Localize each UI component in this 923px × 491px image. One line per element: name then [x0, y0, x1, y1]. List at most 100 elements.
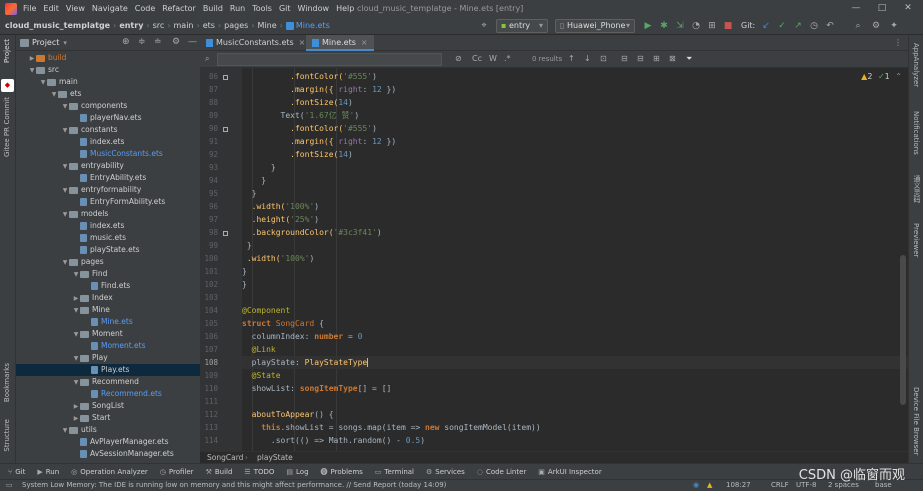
tool-window-operation-analyzer[interactable]: ◎ Operation Analyzer: [71, 468, 148, 476]
maximize-button[interactable]: □: [869, 2, 895, 15]
tree-file-item[interactable]: index.ets: [16, 220, 200, 232]
target-icon[interactable]: ⌖: [478, 20, 490, 32]
code-line[interactable]: .fontSize(14): [242, 148, 908, 161]
tool-window-profiler[interactable]: ◷ Profiler: [160, 468, 194, 476]
minimize-button[interactable]: —: [843, 2, 869, 15]
tree-folder-item[interactable]: ▼ components: [16, 100, 200, 112]
tool-window-services[interactable]: ⚙ Services: [426, 468, 465, 476]
tree-file-item[interactable]: Find.ets: [16, 280, 200, 292]
line-number[interactable]: 97: [198, 215, 218, 224]
tree-file-item[interactable]: Mine.ets: [16, 316, 200, 328]
breadcrumb-main[interactable]: main: [174, 21, 194, 30]
options-gear-icon[interactable]: ⚙: [172, 37, 180, 47]
close-window-button[interactable]: ✕: [895, 2, 921, 15]
warning-status-icon[interactable]: ▲: [707, 480, 712, 491]
line-number[interactable]: 105: [198, 319, 218, 328]
stop-icon[interactable]: ■: [722, 20, 734, 32]
line-number[interactable]: 102: [198, 280, 218, 289]
menu-view[interactable]: View: [66, 4, 85, 13]
chevron-down-icon[interactable]: ▾: [63, 39, 67, 47]
menu-window[interactable]: Window: [298, 4, 330, 13]
tree-folder-item[interactable]: ▼ ets: [16, 88, 200, 100]
tree-file-item[interactable]: playState.ets: [16, 244, 200, 256]
code-line[interactable]: }: [242, 265, 908, 278]
close-icon[interactable]: ×: [299, 38, 306, 47]
module-select[interactable]: ▪ entry ▾: [496, 19, 548, 33]
line-number[interactable]: 106: [198, 332, 218, 341]
tree-folder-item[interactable]: ▼ models: [16, 208, 200, 220]
tab-music-constants[interactable]: MusicConstants.ets ×: [200, 35, 311, 51]
tree-folder-item[interactable]: ▼ pages: [16, 256, 200, 268]
line-number[interactable]: 100: [198, 254, 218, 263]
collapse-all-icon[interactable]: ≐: [154, 37, 162, 47]
tree-file-item[interactable]: index.ets: [16, 136, 200, 148]
tree-folder-item[interactable]: ▼ Find: [16, 268, 200, 280]
color-preview-icon[interactable]: [223, 127, 228, 132]
code-line[interactable]: }: [242, 161, 908, 174]
line-number[interactable]: 94: [198, 176, 218, 185]
next-occurrence-icon[interactable]: ↓: [584, 54, 591, 63]
attach-debugger-icon[interactable]: ⇲: [674, 20, 686, 32]
breadcrumb-mine-ets[interactable]: Mine.ets: [296, 21, 330, 30]
tree-folder-item[interactable]: ▼ entryability: [16, 160, 200, 172]
regex-toggle[interactable]: .*: [504, 54, 511, 63]
code-line[interactable]: }: [242, 187, 908, 200]
line-number[interactable]: 112: [198, 410, 218, 419]
line-number[interactable]: 91: [198, 137, 218, 146]
menu-git[interactable]: Git: [279, 4, 291, 13]
memory-indicator-icon[interactable]: ◉: [693, 480, 699, 491]
code-line[interactable]: .margin({ right: 12 }): [242, 83, 908, 96]
code-line[interactable]: }: [242, 278, 908, 291]
locate-file-icon[interactable]: ⊕: [122, 37, 130, 47]
tool-window-todo[interactable]: ☰ TODO: [244, 468, 274, 476]
line-number[interactable]: 103: [198, 293, 218, 302]
editor-scrollbar[interactable]: [900, 255, 906, 405]
line-number[interactable]: 93: [198, 163, 218, 172]
code-line[interactable]: showList: songItemType[] = []: [242, 382, 908, 395]
profile-icon[interactable]: ◔: [690, 20, 702, 32]
clear-search-icon[interactable]: ⊘: [455, 54, 462, 63]
code-line[interactable]: @Component: [242, 304, 908, 317]
tongyi-tool-button[interactable]: 通义灵码: [912, 175, 922, 203]
code-line[interactable]: .height('25%'): [242, 213, 908, 226]
tree-folder-item[interactable]: ▶ Index: [16, 292, 200, 304]
line-number[interactable]: 92: [198, 150, 218, 159]
breadcrumb-project[interactable]: cloud_music_templatge: [5, 21, 110, 30]
code-line[interactable]: Text('1.67亿 赞'): [242, 109, 908, 122]
menu-refactor[interactable]: Refactor: [162, 4, 196, 13]
line-number[interactable]: 90: [198, 124, 218, 133]
tree-folder-item[interactable]: ▼ utils: [16, 424, 200, 436]
line-number[interactable]: 114: [198, 436, 218, 445]
line-number[interactable]: 109: [198, 371, 218, 380]
code-line[interactable]: @Link: [242, 343, 908, 356]
code-line[interactable]: this.showList = songs.map(item => new so…: [242, 421, 908, 434]
run-icon[interactable]: ▶: [642, 20, 654, 32]
structure-tool-button[interactable]: Structure: [3, 419, 11, 452]
rollback-icon[interactable]: ↶: [824, 20, 836, 32]
tool-window-problems[interactable]: ⓿ Problems: [321, 467, 363, 477]
breadcrumb-mine[interactable]: Mine: [258, 21, 277, 30]
code-line[interactable]: }: [242, 174, 908, 187]
menu-edit[interactable]: Edit: [43, 4, 59, 13]
line-number[interactable]: 110: [198, 384, 218, 393]
tool-window-code-linter[interactable]: ◌ Code Linter: [477, 468, 526, 476]
close-icon[interactable]: ×: [361, 38, 368, 47]
device-file-browser-tool-button[interactable]: Device File Browser: [912, 387, 920, 455]
status-message-icon[interactable]: ▭: [6, 480, 13, 491]
line-number[interactable]: 108: [198, 358, 218, 367]
settings-gear-icon[interactable]: ⚙: [870, 20, 882, 32]
menu-build[interactable]: Build: [203, 4, 223, 13]
code-line[interactable]: .fontColor('#555'): [242, 122, 908, 135]
chevron-up-icon[interactable]: ⌃: [895, 72, 902, 81]
expand-all-icon[interactable]: ≑: [138, 37, 146, 47]
notifications-tool-button[interactable]: Notifications: [912, 111, 920, 155]
filter-icon[interactable]: ⏷: [686, 54, 692, 64]
tab-mine-ets[interactable]: Mine.ets ×: [306, 35, 374, 51]
caret-position[interactable]: 108:27: [726, 480, 751, 491]
inspection-widget[interactable]: ▲2 ✓1 ⌃: [861, 72, 902, 81]
plugin-icon[interactable]: ✦: [888, 20, 900, 32]
status-message[interactable]: System Low Memory: The IDE is running lo…: [22, 480, 446, 491]
tool-window-terminal[interactable]: ▭ Terminal: [375, 468, 414, 476]
breadcrumb-src[interactable]: src: [153, 21, 165, 30]
color-preview-icon[interactable]: [223, 231, 228, 236]
